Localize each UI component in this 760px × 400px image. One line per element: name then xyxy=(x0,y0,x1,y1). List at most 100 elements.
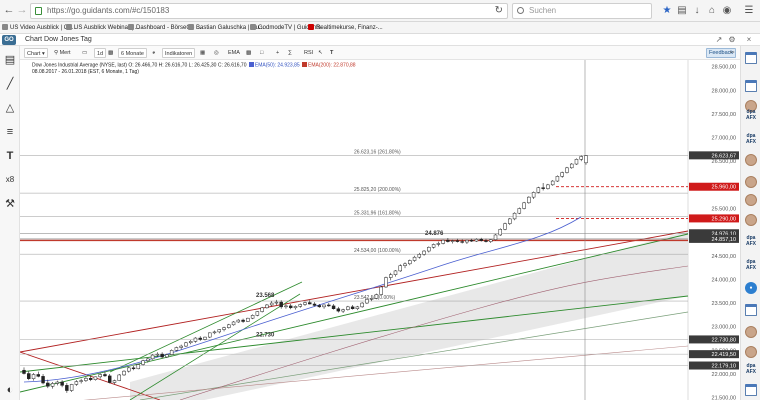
candle-body xyxy=(108,375,112,383)
avatar[interactable] xyxy=(745,214,757,226)
dpa-afx-logo-icon[interactable]: dpa AFX xyxy=(745,259,757,272)
candle-style-icon[interactable]: ▦ xyxy=(200,48,205,58)
chart-type-icon[interactable]: ▤ xyxy=(2,52,18,68)
calendar-icon[interactable] xyxy=(745,80,757,92)
line-tool-icon[interactable]: ╱ xyxy=(2,76,18,92)
indicators-button[interactable]: Indikatoren xyxy=(162,48,196,58)
candle-body xyxy=(288,305,293,309)
text-tool-icon[interactable]: T xyxy=(2,148,18,164)
candle-body xyxy=(279,301,283,308)
ema-button[interactable]: EMA xyxy=(228,48,240,58)
candle-body xyxy=(31,374,36,379)
period-select[interactable]: 6 Monate xyxy=(118,48,147,58)
close-icon[interactable]: × xyxy=(744,35,754,45)
price-chart[interactable]: 21.500,0022.000,0022.500,0023.000,0023.5… xyxy=(20,60,740,400)
search-input[interactable]: Suchen xyxy=(512,3,652,19)
triangle-tool-icon[interactable]: △ xyxy=(2,100,18,116)
candle-body xyxy=(98,374,102,378)
candle-body xyxy=(489,239,493,242)
candle-body xyxy=(241,319,245,322)
home-icon[interactable]: ⌂ xyxy=(705,4,719,18)
candle-body xyxy=(350,306,355,309)
chart-type-label: Chart xyxy=(27,51,41,57)
candle-body xyxy=(408,260,412,265)
avatar[interactable] xyxy=(745,346,757,358)
candle-body xyxy=(188,341,193,344)
candle-body xyxy=(308,302,312,305)
candle-body xyxy=(412,256,417,261)
sum-icon[interactable]: ∑ xyxy=(288,48,292,58)
candle-body xyxy=(331,305,336,309)
dpa-afx-logo-icon[interactable]: dpa AFX xyxy=(745,235,757,248)
candle-body xyxy=(222,327,226,330)
reload-icon[interactable]: ↻ xyxy=(495,4,503,18)
legend-period: 08.08.2017 - 26.01.2018 (EST, 6 Monate, … xyxy=(32,69,139,75)
calendar-icon[interactable] xyxy=(745,304,757,316)
globe-icon[interactable]: ● xyxy=(745,282,757,294)
indicator-icon[interactable]: ◕ xyxy=(152,48,155,58)
bar-chart-icon[interactable]: ▩ xyxy=(246,48,251,58)
calendar-icon[interactable] xyxy=(745,52,757,64)
forward-icon[interactable]: → xyxy=(15,3,29,17)
target-icon[interactable]: ◎ xyxy=(214,48,219,58)
price-tag-label: 25.290,00 xyxy=(712,216,736,222)
avatar[interactable] xyxy=(745,326,757,338)
chart-type-button[interactable]: Chart ▾ xyxy=(24,48,48,58)
url-text: https://go.guidants.com/#c/150183 xyxy=(47,6,170,15)
candle-body xyxy=(389,274,393,278)
layers-icon[interactable]: ▭ xyxy=(82,48,87,58)
dpa-afx-logo-icon[interactable]: dpa AFX xyxy=(745,133,757,146)
crosshair-icon[interactable]: + xyxy=(276,48,279,58)
interval-select[interactable]: 1d xyxy=(94,48,107,58)
guidants-logo[interactable]: GO xyxy=(2,35,16,45)
candle-body xyxy=(360,302,364,308)
candle-body xyxy=(298,304,302,307)
candle-body xyxy=(460,241,464,243)
multiplier-tool-icon[interactable]: x8 xyxy=(2,172,18,188)
candle-body xyxy=(355,306,360,309)
candle-body xyxy=(517,208,522,214)
candle-body xyxy=(522,202,526,209)
back-icon[interactable]: ← xyxy=(2,3,16,17)
fibonacci-tool-icon[interactable]: ≡ xyxy=(2,124,18,140)
chart-toolbar: Chart ▾ ⚲ Mert ▭ 1d ▩ 6 Monate ◕ Indikat… xyxy=(20,46,746,60)
text-icon[interactable]: T xyxy=(330,48,333,58)
avatar[interactable] xyxy=(745,194,757,206)
dpa-afx-logo-icon[interactable]: dpa AFX xyxy=(745,363,757,376)
settings-icon[interactable]: ⚙ xyxy=(727,35,737,45)
share-icon[interactable]: ↗ xyxy=(714,35,724,45)
bookmark-item[interactable]: Realtimekurse, Finanz-... xyxy=(308,23,383,33)
candle-body xyxy=(217,329,221,333)
compare-icon[interactable]: ▩ xyxy=(108,48,113,58)
candle-body xyxy=(374,294,379,299)
image-icon[interactable]: □ xyxy=(260,48,263,58)
theme-toggle-icon[interactable]: ◐ xyxy=(2,382,18,398)
pen-icon[interactable]: ✏ xyxy=(730,48,735,58)
candle-body xyxy=(112,380,117,383)
candle-body xyxy=(93,376,98,380)
calendar-icon[interactable] xyxy=(745,384,757,396)
chart-canvas[interactable]: 21.500,0022.000,0022.500,0023.000,0023.5… xyxy=(20,60,740,400)
candle-body xyxy=(550,180,555,186)
avatar[interactable] xyxy=(745,176,757,188)
candle-body xyxy=(431,244,436,248)
dpa-afx-logo-icon[interactable]: dpa AFX xyxy=(745,109,757,122)
shield-icon[interactable]: ◉ xyxy=(720,4,734,18)
cursor-icon[interactable]: ↖ xyxy=(318,48,323,58)
candle-body xyxy=(469,239,474,242)
download-icon[interactable]: ↓ xyxy=(690,4,704,18)
avatar[interactable] xyxy=(745,154,757,166)
star-icon[interactable]: ★ xyxy=(660,4,674,18)
rsi-button[interactable]: RSI xyxy=(304,48,313,58)
candle-body xyxy=(346,306,350,310)
mark-button[interactable]: ⚲ Mert xyxy=(54,48,71,58)
candle-body xyxy=(403,263,407,266)
url-input[interactable]: https://go.guidants.com/#c/150183 ↻ xyxy=(30,3,508,19)
menu-icon[interactable]: ☰ xyxy=(742,4,756,18)
price-tag-label: 22.730,80 xyxy=(712,337,736,343)
candle-body xyxy=(127,367,131,372)
reading-list-icon[interactable]: ▤ xyxy=(675,4,689,18)
candle-body xyxy=(50,383,55,387)
tools-icon[interactable]: ⚒ xyxy=(2,196,18,212)
app-header: GO Chart Dow Jones Tag ↗ ⚙ × xyxy=(0,34,760,46)
